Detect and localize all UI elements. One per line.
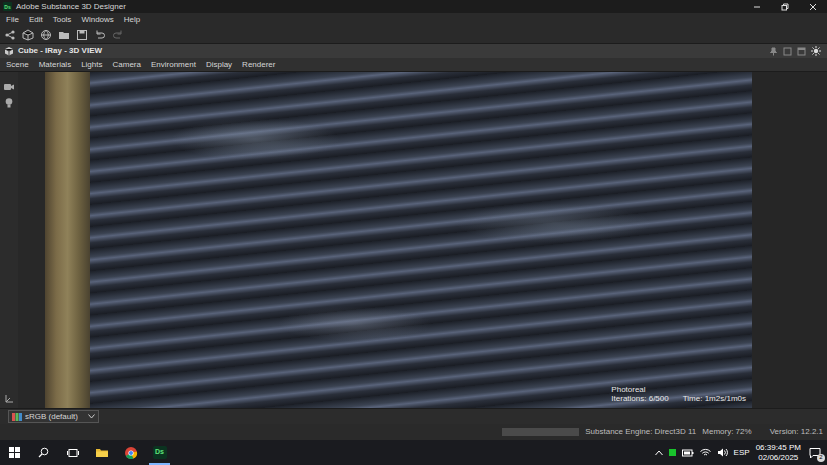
viewport-side-toolbar xyxy=(0,72,18,408)
viewport-area: PhotorealIterations: 6/500 Time: 1m2s/1m0… xyxy=(0,72,827,408)
render-mode: Photoreal xyxy=(611,385,746,395)
panel-title: Cube - IRay - 3D VIEW xyxy=(18,46,102,56)
panel-icons xyxy=(769,46,827,56)
task-view-button[interactable] xyxy=(58,440,87,465)
search-button[interactable] xyxy=(29,440,58,465)
minimize-button[interactable] xyxy=(743,0,771,13)
menu-item[interactable]: Tools xyxy=(53,15,72,25)
title-bar: Ds Adobe Substance 3D Designer xyxy=(0,0,827,13)
clock-time: 06:39:45 PM xyxy=(756,443,801,452)
task-view-icon xyxy=(67,448,79,458)
cube-icon xyxy=(4,46,14,56)
chevron-up-icon[interactable] xyxy=(655,450,663,456)
taskbar-app[interactable]: Ds xyxy=(145,440,174,465)
render-info-overlay: PhotorealIterations: 6/500 Time: 1m2s/1m0… xyxy=(611,385,746,404)
viewport-menu-item[interactable]: Renderer xyxy=(242,60,275,70)
taskbar-app-kind xyxy=(95,446,109,460)
battery-icon[interactable] xyxy=(682,449,694,457)
progress-track xyxy=(502,428,579,436)
save-icon[interactable] xyxy=(76,29,88,41)
menu-item[interactable]: Help xyxy=(124,15,140,25)
minimize-icon xyxy=(753,3,761,11)
restore-icon xyxy=(781,3,789,11)
volume-icon[interactable] xyxy=(717,448,728,457)
color-space-dropdown[interactable]: sRGB (default) xyxy=(8,410,99,424)
color-space-value: sRGB (default) xyxy=(25,412,78,422)
wifi-icon[interactable] xyxy=(700,448,711,457)
maximize-icon[interactable] xyxy=(797,46,806,56)
taskbar-app[interactable] xyxy=(87,440,116,465)
redo-icon[interactable] xyxy=(112,29,124,41)
search-icon xyxy=(38,447,49,458)
window-title: Adobe Substance 3D Designer xyxy=(16,2,126,12)
app-window: Ds Adobe Substance 3D Designer File Edit Too… xyxy=(0,0,827,465)
close-button[interactable] xyxy=(799,0,827,13)
axis-icon[interactable] xyxy=(4,394,14,404)
tool-bar xyxy=(0,26,827,44)
version-label: Version: 12.2.1 xyxy=(770,427,823,437)
sun-icon[interactable] xyxy=(811,46,821,56)
menu-bar: File Edit Tools Windows Help xyxy=(0,13,827,26)
input-language[interactable]: ESP xyxy=(734,448,750,458)
viewport-menu-item[interactable]: Lights xyxy=(81,60,102,70)
taskbar-app[interactable] xyxy=(116,440,145,465)
time-label: Time: 1m2s/1m0s xyxy=(683,394,746,404)
color-profile-icon xyxy=(12,413,22,421)
viewport-right-background xyxy=(752,72,827,408)
tray-status-icon[interactable] xyxy=(669,449,676,456)
viewport-menu-item[interactable]: Camera xyxy=(113,60,141,70)
viewport-menu-bar: Scene Materials Lights Camera Environment Dis… xyxy=(0,58,827,72)
undo-icon[interactable] xyxy=(94,29,106,41)
clock[interactable]: 06:39:45 PM02/06/2025 xyxy=(756,443,801,461)
viewport-menu-item[interactable]: Display xyxy=(206,60,232,70)
viewport-background xyxy=(18,72,45,408)
light-bulb-icon[interactable] xyxy=(4,97,14,109)
restore-button[interactable] xyxy=(771,0,799,13)
close-icon xyxy=(809,3,817,11)
menu-item[interactable]: Edit xyxy=(29,15,43,25)
chevron-down-icon xyxy=(88,414,95,419)
camera-icon[interactable] xyxy=(3,82,15,92)
menu-item[interactable]: File xyxy=(6,15,19,25)
taskbar-app-kind xyxy=(124,446,138,460)
menu-item[interactable]: Windows xyxy=(81,15,113,25)
notification-count: 2 xyxy=(817,454,825,461)
app-icon: Ds xyxy=(3,2,12,11)
windows-logo-icon xyxy=(9,447,20,458)
engine-label: Substance Engine: Direct3D 11 xyxy=(585,427,696,437)
color-space-bar: sRGB (default) xyxy=(0,408,827,424)
notifications-button[interactable]: 2 xyxy=(807,445,823,461)
window-controls xyxy=(743,0,827,13)
viewport-menu-item[interactable]: Environment xyxy=(151,60,196,70)
open-folder-icon[interactable] xyxy=(58,29,70,41)
pin-icon[interactable] xyxy=(769,46,778,56)
globe-icon[interactable] xyxy=(40,29,52,41)
status-bar: Substance Engine: Direct3D 11 Memory: 72%… xyxy=(0,424,827,440)
clock-date: 02/06/2025 xyxy=(758,453,798,462)
system-tray: ESP 06:39:45 PM02/06/2025 2 xyxy=(655,443,827,461)
start-button[interactable] xyxy=(0,440,29,465)
designer-app-icon: Ds xyxy=(153,446,167,459)
chrome-icon xyxy=(124,446,138,460)
viewport-menu-item[interactable]: Scene xyxy=(6,60,29,70)
render-view[interactable]: PhotorealIterations: 6/500 Time: 1m2s/1m0… xyxy=(90,72,752,408)
panel-header: Cube - IRay - 3D VIEW xyxy=(0,44,827,58)
iterations-label: Iterations: 6/500 xyxy=(611,394,668,404)
cube-side-face xyxy=(45,72,90,408)
taskbar: Ds ESP 06:39:45 PM02/06/2025 2 xyxy=(0,440,827,465)
viewport-menu-item[interactable]: Materials xyxy=(39,60,71,70)
float-icon[interactable] xyxy=(783,46,792,56)
render-stats: Iterations: 6/500 Time: 1m2s/1m0s xyxy=(611,394,746,404)
share-icon[interactable] xyxy=(4,29,16,41)
memory-label: Memory: 72% xyxy=(702,427,751,437)
folder-icon xyxy=(95,446,109,460)
package-icon[interactable] xyxy=(22,29,34,41)
taskbar-app-kind: Ds xyxy=(153,446,167,459)
